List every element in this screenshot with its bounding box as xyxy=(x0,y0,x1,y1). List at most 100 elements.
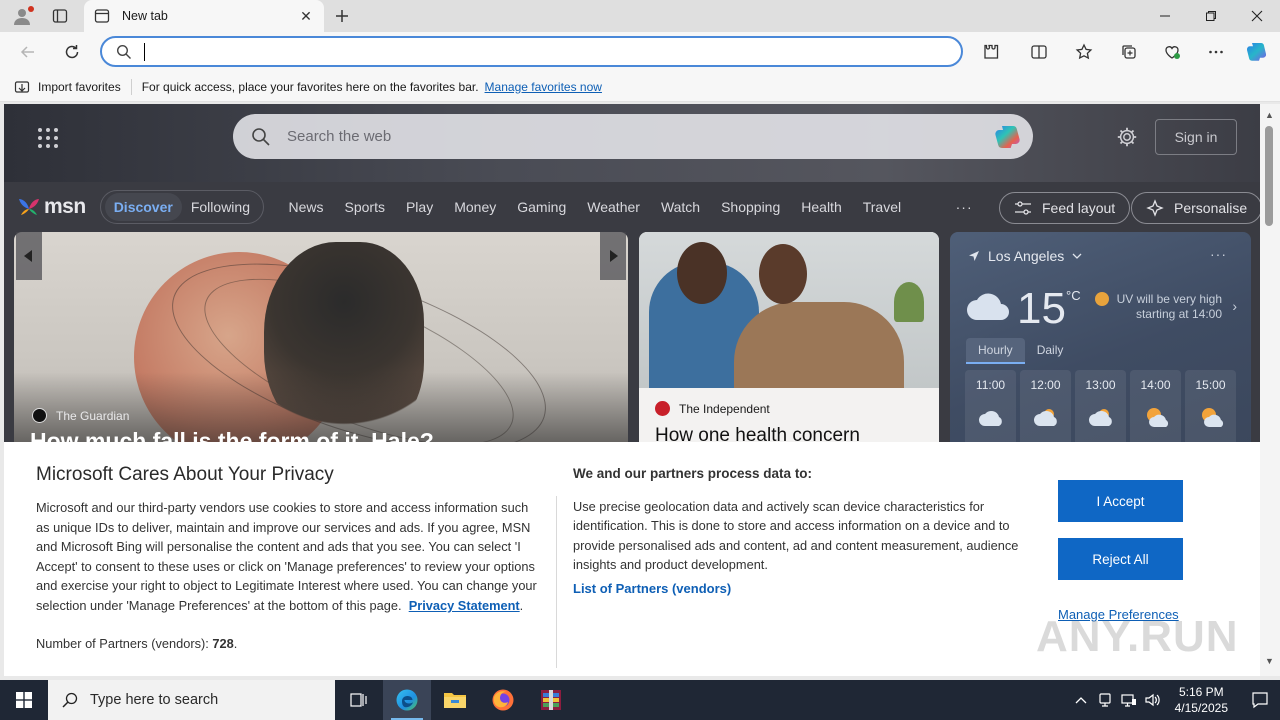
segment-following[interactable]: Following xyxy=(182,193,259,221)
news-story-card[interactable]: The Independent How one health concern xyxy=(639,232,939,452)
partners-list-link[interactable]: List of Partners (vendors) xyxy=(573,581,731,596)
sign-in-button[interactable]: Sign in xyxy=(1155,119,1237,155)
hour-slot[interactable]: 11:00 xyxy=(965,370,1016,452)
tray-device-button[interactable] xyxy=(1093,680,1117,720)
nav-item-health[interactable]: Health xyxy=(791,199,852,215)
winrar-icon xyxy=(541,690,561,710)
hour-slot[interactable]: 12:00 xyxy=(1020,370,1071,452)
profile-button[interactable] xyxy=(8,4,36,28)
close-window-button[interactable] xyxy=(1234,0,1280,32)
carousel-prev-button[interactable] xyxy=(16,232,42,280)
taskbar-firefox[interactable] xyxy=(479,680,527,720)
copilot-button[interactable] xyxy=(1243,38,1271,66)
weather-tab-daily[interactable]: Daily xyxy=(1025,338,1076,364)
privacy-body-text: Microsoft and our third-party vendors us… xyxy=(36,500,537,613)
web-search-input[interactable] xyxy=(287,128,993,145)
chevron-left-icon xyxy=(24,250,32,262)
msn-logo[interactable]: msn xyxy=(16,195,86,219)
page-settings-button[interactable] xyxy=(1115,125,1139,149)
back-arrow-icon xyxy=(20,46,34,58)
web-search-box[interactable] xyxy=(233,114,1033,159)
nav-item-sports[interactable]: Sports xyxy=(334,199,395,215)
taskbar-edge[interactable] xyxy=(383,680,431,720)
privacy-statement-link[interactable]: Privacy Statement xyxy=(409,598,520,613)
minimize-button[interactable] xyxy=(1142,0,1188,32)
tab-new-tab[interactable]: New tab ✕ xyxy=(84,0,324,32)
partners-count-line: Number of Partners (vendors): 728. xyxy=(36,636,238,651)
weather-tabs: Hourly Daily xyxy=(966,338,1075,364)
weather-more-button[interactable]: ··· xyxy=(1210,246,1227,262)
import-favorites-button[interactable]: Import favorites xyxy=(14,79,121,95)
address-bar[interactable] xyxy=(100,36,963,67)
new-tab-button[interactable] xyxy=(330,4,354,28)
tab-title: New tab xyxy=(122,9,168,23)
feed-layout-button[interactable]: Feed layout xyxy=(999,192,1131,224)
tab-actions-button[interactable] xyxy=(48,5,72,27)
hour-slot[interactable]: 14:00 xyxy=(1130,370,1181,452)
independent-logo-icon xyxy=(655,401,670,416)
weather-tab-hourly[interactable]: Hourly xyxy=(966,338,1025,364)
task-view-button[interactable] xyxy=(335,680,383,720)
new-tab-page-icon xyxy=(94,8,110,24)
search-icon xyxy=(252,127,270,146)
network-button[interactable] xyxy=(1117,680,1141,720)
sliders-icon xyxy=(1015,201,1031,215)
settings-more-button[interactable] xyxy=(1202,38,1230,66)
chevron-right-icon[interactable]: › xyxy=(1232,298,1237,314)
nav-item-shopping[interactable]: Shopping xyxy=(711,199,791,215)
weather-location[interactable]: Los Angeles xyxy=(968,248,1082,264)
carousel-next-button[interactable] xyxy=(600,232,626,280)
address-input[interactable] xyxy=(157,44,961,59)
hour-slot[interactable]: 15:00 xyxy=(1185,370,1236,452)
scroll-down-arrow-icon[interactable]: ▼ xyxy=(1265,656,1274,666)
manage-favorites-link[interactable]: Manage favorites now xyxy=(485,80,602,94)
favorites-button[interactable] xyxy=(1070,38,1098,66)
taskbar-clock[interactable]: 5:16 PM 4/15/2025 xyxy=(1175,684,1228,716)
nav-item-weather[interactable]: Weather xyxy=(577,199,651,215)
notification-center-button[interactable] xyxy=(1240,680,1280,720)
copilot-icon xyxy=(1246,43,1267,61)
restore-button[interactable] xyxy=(1188,0,1234,32)
taskbar-winrar[interactable] xyxy=(527,680,575,720)
segment-discover[interactable]: Discover xyxy=(104,193,182,221)
scroll-up-arrow-icon[interactable]: ▲ xyxy=(1265,110,1274,120)
nav-item-money[interactable]: Money xyxy=(444,199,507,215)
taskbar-file-explorer[interactable] xyxy=(431,680,479,720)
show-hidden-icons-button[interactable] xyxy=(1069,680,1093,720)
nav-item-watch[interactable]: Watch xyxy=(650,199,710,215)
refresh-button[interactable] xyxy=(58,38,86,66)
nav-item-gaming[interactable]: Gaming xyxy=(507,199,577,215)
clock-date: 4/15/2025 xyxy=(1174,701,1228,715)
purpose-text: Use precise geolocation data and activel… xyxy=(573,499,1019,573)
reject-all-button[interactable]: Reject All xyxy=(1058,538,1183,580)
accept-button[interactable]: I Accept xyxy=(1058,480,1183,522)
close-tab-icon[interactable]: ✕ xyxy=(298,8,314,24)
weather-card[interactable]: Los Angeles ··· 15 °C UV will be very hi… xyxy=(950,232,1251,452)
favbar-divider xyxy=(130,78,132,95)
system-tray: 5:16 PM 4/15/2025 xyxy=(1069,680,1280,720)
extensions-button[interactable] xyxy=(977,38,1005,66)
weather-unit[interactable]: °C xyxy=(1066,288,1081,303)
nav-item-play[interactable]: Play xyxy=(395,199,443,215)
story-source: The Guardian xyxy=(32,408,129,423)
featured-story-card[interactable]: The Guardian How much fall is the form o… xyxy=(14,232,628,452)
volume-button[interactable] xyxy=(1141,680,1165,720)
taskbar-search-placeholder: Type here to search xyxy=(90,692,219,708)
taskbar-search-box[interactable]: Type here to search xyxy=(48,680,335,720)
nav-item-news[interactable]: News xyxy=(278,199,334,215)
page-scrollbar[interactable]: ▲ ▼ xyxy=(1260,104,1280,676)
nav-more-button[interactable]: ··· xyxy=(956,199,973,215)
copilot-icon[interactable] xyxy=(993,122,1023,152)
app-launcher-button[interactable] xyxy=(36,126,60,150)
split-screen-button[interactable] xyxy=(1025,38,1053,66)
collections-button[interactable] xyxy=(1115,38,1143,66)
hour-slot[interactable]: 13:00 xyxy=(1075,370,1126,452)
personalise-button[interactable]: Personalise xyxy=(1131,192,1260,224)
msn-header: Sign in xyxy=(4,104,1260,182)
image-person-head xyxy=(677,242,727,304)
nav-item-travel[interactable]: Travel xyxy=(852,199,911,215)
back-button[interactable] xyxy=(14,38,42,66)
scroll-thumb[interactable] xyxy=(1265,126,1273,226)
start-button[interactable] xyxy=(0,680,48,720)
browser-essentials-button[interactable] xyxy=(1158,38,1186,66)
